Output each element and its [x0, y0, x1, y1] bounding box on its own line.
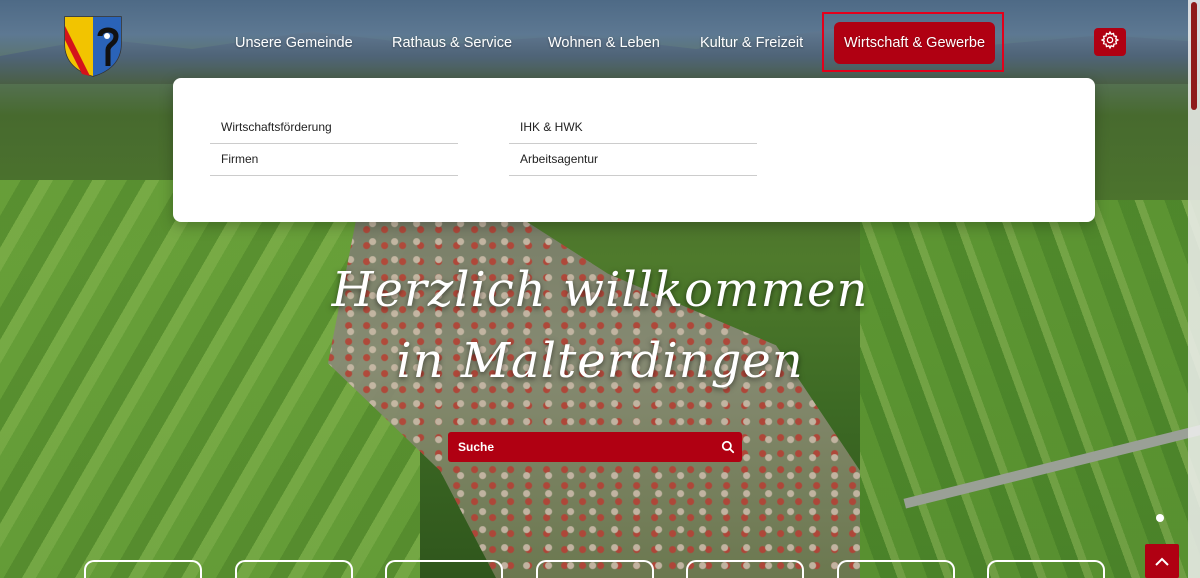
dropdown-column-2: IHK & HWK Arbeitsagentur — [509, 112, 757, 176]
hero-title-line-1: Herzlich willkommen — [331, 262, 869, 318]
quicklink-tile-7[interactable] — [987, 560, 1105, 578]
back-to-top-button[interactable] — [1145, 544, 1179, 578]
nav-item-unsere-gemeinde[interactable]: Unsere Gemeinde — [235, 20, 353, 66]
main-navigation: Unsere Gemeinde Rathaus & Service Wohnen… — [0, 20, 1200, 66]
quicklink-tile-3[interactable] — [385, 560, 503, 578]
menu-link-arbeitsagentur[interactable]: Arbeitsagentur — [509, 144, 757, 176]
chevron-up-icon — [1155, 552, 1169, 571]
active-nav-highlight-frame — [822, 12, 1004, 72]
search-input[interactable] — [448, 432, 714, 462]
nav-item-wohnen-leben[interactable]: Wohnen & Leben — [548, 20, 660, 66]
menu-link-firmen[interactable]: Firmen — [210, 144, 458, 176]
quicklink-tile-5[interactable] — [686, 560, 804, 578]
nav-item-kultur-freizeit[interactable]: Kultur & Freizeit — [700, 20, 803, 66]
scrollbar-thumb[interactable] — [1191, 2, 1197, 110]
dropdown-column-1: Wirtschaftsförderung Firmen — [210, 112, 458, 176]
scroll-indicator-dot — [1156, 514, 1164, 522]
gear-icon — [1100, 30, 1120, 54]
quicklink-tile-2[interactable] — [235, 560, 353, 578]
settings-button[interactable] — [1094, 28, 1126, 56]
search-bar — [448, 432, 742, 462]
menu-link-wirtschaftsfoerderung[interactable]: Wirtschaftsförderung — [210, 112, 458, 144]
mega-menu-dropdown: Wirtschaftsförderung Firmen IHK & HWK Ar… — [173, 78, 1095, 222]
menu-link-ihk-hwk[interactable]: IHK & HWK — [509, 112, 757, 144]
vineyard-field-right — [860, 200, 1200, 578]
quicklink-tile-6[interactable] — [837, 560, 955, 578]
quicklink-tile-1[interactable] — [84, 560, 202, 578]
page-scrollbar[interactable] — [1188, 0, 1200, 578]
search-icon[interactable] — [714, 432, 742, 462]
hero-title-line-2: in Malterdingen — [396, 333, 804, 389]
nav-item-rathaus-service[interactable]: Rathaus & Service — [392, 20, 512, 66]
quicklink-tile-4[interactable] — [536, 560, 654, 578]
